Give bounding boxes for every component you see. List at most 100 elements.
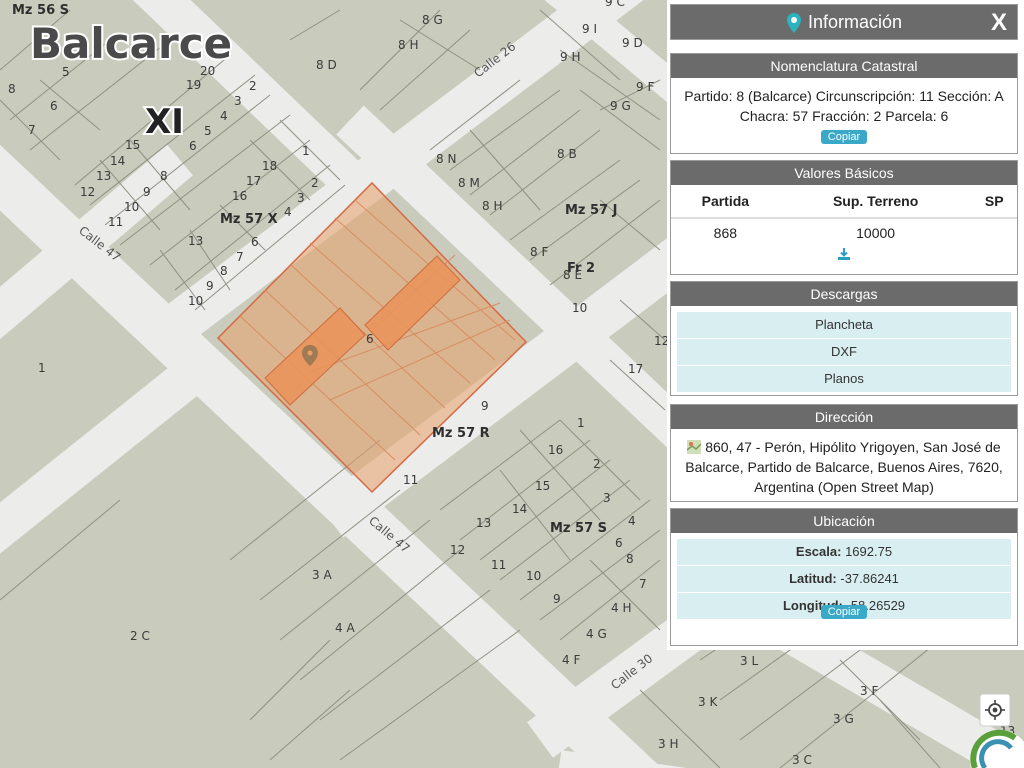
block-label: Mz 57 R <box>432 426 490 441</box>
parcel-label: 9 <box>206 279 214 293</box>
cell-sp <box>972 218 1017 247</box>
parcel-label: 12 <box>450 543 465 557</box>
descargas-header: Descargas <box>671 282 1017 306</box>
download-icon[interactable] <box>837 247 851 261</box>
parcel-label: 13 <box>96 169 111 183</box>
parcel-label: 2 C <box>130 629 150 643</box>
parcel-label: 17 <box>246 174 261 188</box>
parcel-label: 3 C <box>792 753 812 767</box>
column-header-partida: Partida <box>671 185 780 219</box>
parcel-label: 16 <box>548 443 563 457</box>
escala-value: 1692.75 <box>845 544 893 559</box>
parcel-label: 2 <box>593 457 601 471</box>
parcel-label: 3 K <box>698 695 718 709</box>
valores-basicos-card: Valores Básicos Partida Sup. Terreno SP … <box>670 160 1018 275</box>
parcel-label: 3 G <box>833 712 854 726</box>
parcel-label: 8 <box>8 82 16 96</box>
parcel-label: 6 <box>50 99 58 113</box>
parcel-label: 10 <box>526 569 541 583</box>
parcel-label: 1 <box>577 416 585 430</box>
ubicacion-header: Ubicación <box>671 509 1017 533</box>
parcel-label: 15 <box>125 138 140 152</box>
parcel-label: 8 F <box>530 245 548 259</box>
block-label: Mz 56 S <box>12 3 69 18</box>
parcel-label: 7 <box>639 577 647 591</box>
direccion-text: 860, 47 - Perón, Hipólito Yrigoyen, San … <box>685 439 1003 495</box>
parcel-label: 5 <box>62 65 70 79</box>
column-header-sup-terreno: Sup. Terreno <box>779 185 972 219</box>
parcel-label: 19 <box>186 78 201 92</box>
parcel-label: 13 <box>476 516 491 530</box>
parcel-label: 8 G <box>422 13 443 27</box>
parcel-label: 1 <box>302 144 310 158</box>
parcel-label: 20 <box>200 64 215 78</box>
valores-basicos-header: Valores Básicos <box>671 161 1017 185</box>
download-planos-link[interactable]: Planos <box>677 366 1011 393</box>
parcel-label: 7 <box>28 123 36 137</box>
parcel-label: 14 <box>512 502 527 516</box>
direccion-card: Dirección 860, 47 - Perón, Hipólito Yrig… <box>670 404 1018 502</box>
city-label: Balcarce <box>30 19 232 68</box>
parcel-label: 6 <box>251 235 259 249</box>
parcel-label: 9 D <box>622 36 643 50</box>
parcel-label: 12 <box>80 185 95 199</box>
direccion-header: Dirección <box>671 405 1017 429</box>
nomenclatura-header: Nomenclatura Catastral <box>671 54 1017 78</box>
parcel-label: 14 <box>110 154 125 168</box>
parcel-label: 18 <box>262 159 277 173</box>
parcel-label: 4 <box>284 205 292 219</box>
parcel-label: 8 <box>626 552 634 566</box>
parcel-label: 4 A <box>335 621 355 635</box>
ubicacion-card: Ubicación Escala: 1692.75 Latitud: -37.8… <box>670 508 1018 646</box>
info-panel-title: Información <box>807 12 903 32</box>
latitud-value: -37.86241 <box>840 571 899 586</box>
parcel-label: 6 <box>366 332 374 346</box>
parcel-label: 9 <box>143 185 151 199</box>
block-label: Mz 57 J <box>565 203 617 218</box>
parcel-label: 3 A <box>312 568 332 582</box>
parcel-label: 4 <box>628 514 636 528</box>
parcel-label: 16 <box>232 189 247 203</box>
parcel-label: 13 <box>188 234 203 248</box>
parcel-label: 8 M <box>458 176 480 190</box>
parcel-label: 8 E <box>563 268 582 282</box>
block-label: Mz 57 S <box>550 521 607 536</box>
parcel-label: 4 <box>220 109 228 123</box>
cell-partida: 868 <box>713 225 738 241</box>
parcel-label: 11 <box>108 215 123 229</box>
copy-nomenclatura-button[interactable]: Copiar <box>820 130 868 144</box>
copy-ubicacion-button[interactable]: Copiar <box>820 605 868 619</box>
parcel-label: 15 <box>535 479 550 493</box>
parcel-label: 11 <box>403 473 418 487</box>
parcel-label: 3 F <box>860 684 878 698</box>
latitud-row: Latitud: -37.86241 <box>677 566 1011 593</box>
nomenclatura-text: Partido: 8 (Balcarce) Circunscripción: 1… <box>684 88 1004 124</box>
latitud-label: Latitud: <box>789 571 837 586</box>
parcel-label: 8 H <box>482 199 502 213</box>
escala-row: Escala: 1692.75 <box>677 539 1011 566</box>
parcel-label: 8 D <box>316 58 337 72</box>
parcel-label: 9 <box>481 399 489 413</box>
parcel-label: 3 <box>234 94 242 108</box>
cell-sup-terreno: 10000 <box>856 225 896 241</box>
parcel-label: 9 H <box>560 50 580 64</box>
parcel-label: 4 G <box>586 627 607 641</box>
parcel-label: 17 <box>628 362 643 376</box>
parcel-label: 8 H <box>398 38 418 52</box>
close-button[interactable]: X <box>991 9 1007 37</box>
sector-label: XI <box>145 102 184 142</box>
parcel-label: 4 H <box>611 601 631 615</box>
map-pin-icon <box>786 13 801 34</box>
parcel-label: 7 <box>236 250 244 264</box>
info-panel: Información X Nomenclatura Catastral Par… <box>667 0 1024 650</box>
download-plancheta-link[interactable]: Plancheta <box>677 312 1011 339</box>
parcel-label: 11 <box>491 558 506 572</box>
descargas-card: Descargas Plancheta DXF Planos <box>670 281 1018 396</box>
table-row: 868 10000 <box>671 218 1017 247</box>
nomenclatura-card: Nomenclatura Catastral Partido: 8 (Balca… <box>670 53 1018 154</box>
locate-me-button[interactable] <box>979 693 1011 727</box>
download-dxf-link[interactable]: DXF <box>677 339 1011 366</box>
parcel-label: 8 <box>220 264 228 278</box>
parcel-label: 10 <box>124 200 139 214</box>
parcel-label: 3 H <box>658 737 678 751</box>
